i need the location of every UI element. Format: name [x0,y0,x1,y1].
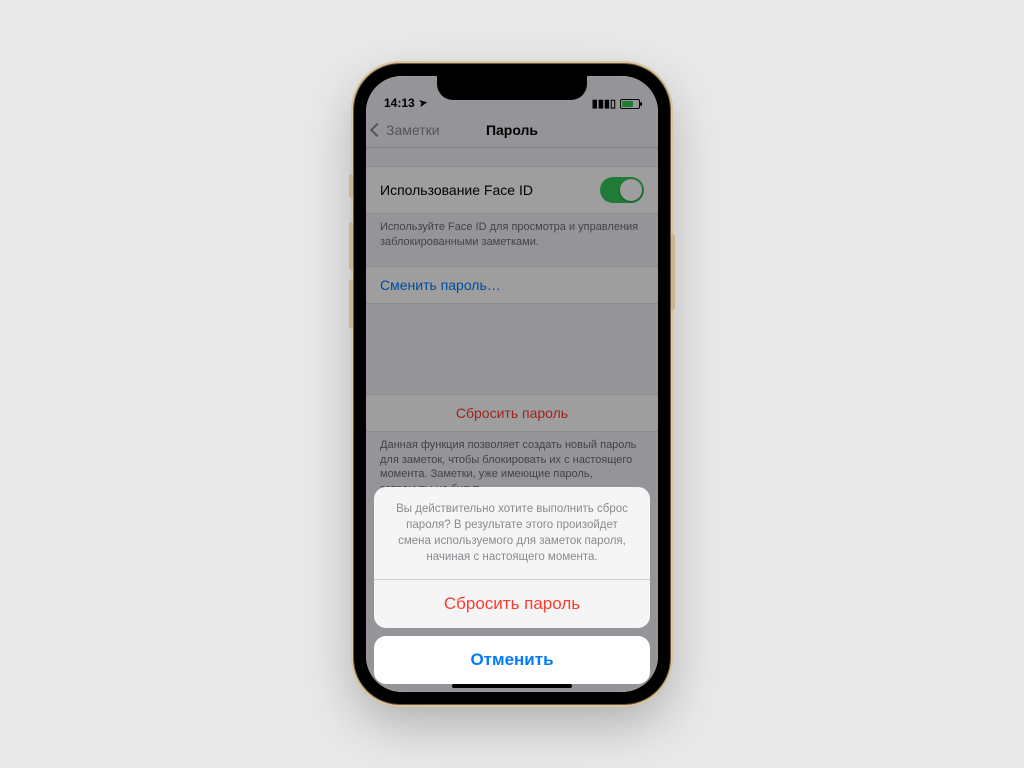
notch [437,76,587,100]
action-sheet-message: Вы действительно хотите выполнить сброс … [374,487,650,579]
mute-switch [349,174,353,198]
screen: 14:13 ➤ ▮▮▮▯ Заметки Пароль [366,76,658,692]
action-sheet-group: Вы действительно хотите выполнить сброс … [374,487,650,628]
home-indicator[interactable] [452,684,572,688]
action-sheet-cancel[interactable]: Отменить [374,636,650,684]
volume-up-button [349,222,353,270]
phone-frame: 14:13 ➤ ▮▮▮▯ Заметки Пароль [354,64,670,704]
volume-down-button [349,280,353,328]
side-button [671,234,675,310]
action-sheet-confirm[interactable]: Сбросить пароль [374,579,650,628]
action-sheet: Вы действительно хотите выполнить сброс … [374,487,650,684]
